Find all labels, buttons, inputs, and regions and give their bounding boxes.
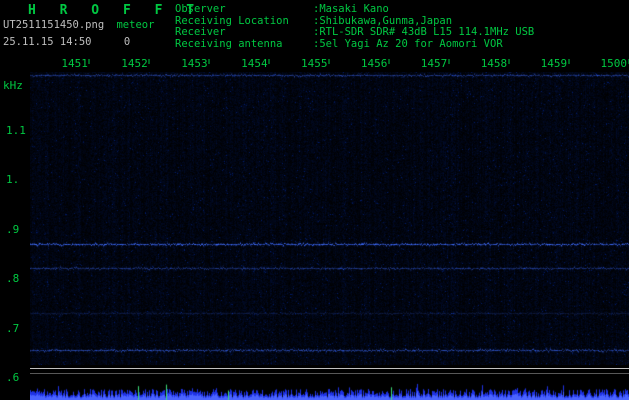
freq-tick-label: .8 [6, 272, 19, 285]
frequency-axis: kHz 1.1 1. .9 .8 .7 .6 [0, 0, 30, 400]
freq-tick-label: .6 [6, 371, 19, 384]
separator-line-2 [30, 373, 629, 374]
time-tick-label: 1452 [121, 57, 150, 70]
time-tick-label: 1459 [541, 57, 570, 70]
time-tick-text: 1452 [121, 57, 148, 70]
time-tick-label: 1455 [301, 57, 330, 70]
time-tick-label: 1458 [481, 57, 510, 70]
separator-line [30, 368, 629, 369]
time-tick-label: 1454 [241, 57, 270, 70]
freq-tick-label: 1.1 [6, 124, 26, 137]
time-tick-text: 1456 [361, 57, 388, 70]
time-tick-label: 1500 [601, 57, 629, 70]
time-tick-label: 1453 [181, 57, 210, 70]
time-tick-label: 1456 [361, 57, 390, 70]
time-tick-text: 1459 [541, 57, 568, 70]
time-tick-text: 1451 [61, 57, 88, 70]
freq-tick-label: 1. [6, 173, 19, 186]
time-tick-text: 1454 [241, 57, 268, 70]
hrofft-window: H R O F F T UT2511151450.png meteor 25.1… [0, 0, 629, 400]
signal-level-canvas [30, 380, 629, 400]
freq-tick-label: .9 [6, 223, 19, 236]
freq-tick-label: .7 [6, 322, 19, 335]
time-tick-text: 1453 [181, 57, 208, 70]
time-tick-mark [448, 59, 449, 64]
time-tick-mark [89, 59, 90, 64]
time-tick-mark [149, 59, 150, 64]
time-tick-mark [388, 59, 389, 64]
time-tick-mark [269, 59, 270, 64]
time-axis: 1451 1452 1453 1454 1455 1456 1457 1458 1459 1500 [0, 0, 629, 72]
spectrogram-canvas [30, 72, 629, 365]
time-tick-text: 1500 [601, 57, 628, 70]
time-tick-mark [329, 59, 330, 64]
time-tick-text: 1457 [421, 57, 448, 70]
time-tick-text: 1458 [481, 57, 508, 70]
freq-unit-label: kHz [3, 79, 23, 92]
time-tick-mark [508, 59, 509, 64]
time-tick-mark [568, 59, 569, 64]
time-tick-mark [209, 59, 210, 64]
time-tick-label: 1457 [421, 57, 450, 70]
time-tick-label: 1451 [61, 57, 90, 70]
time-tick-text: 1455 [301, 57, 328, 70]
